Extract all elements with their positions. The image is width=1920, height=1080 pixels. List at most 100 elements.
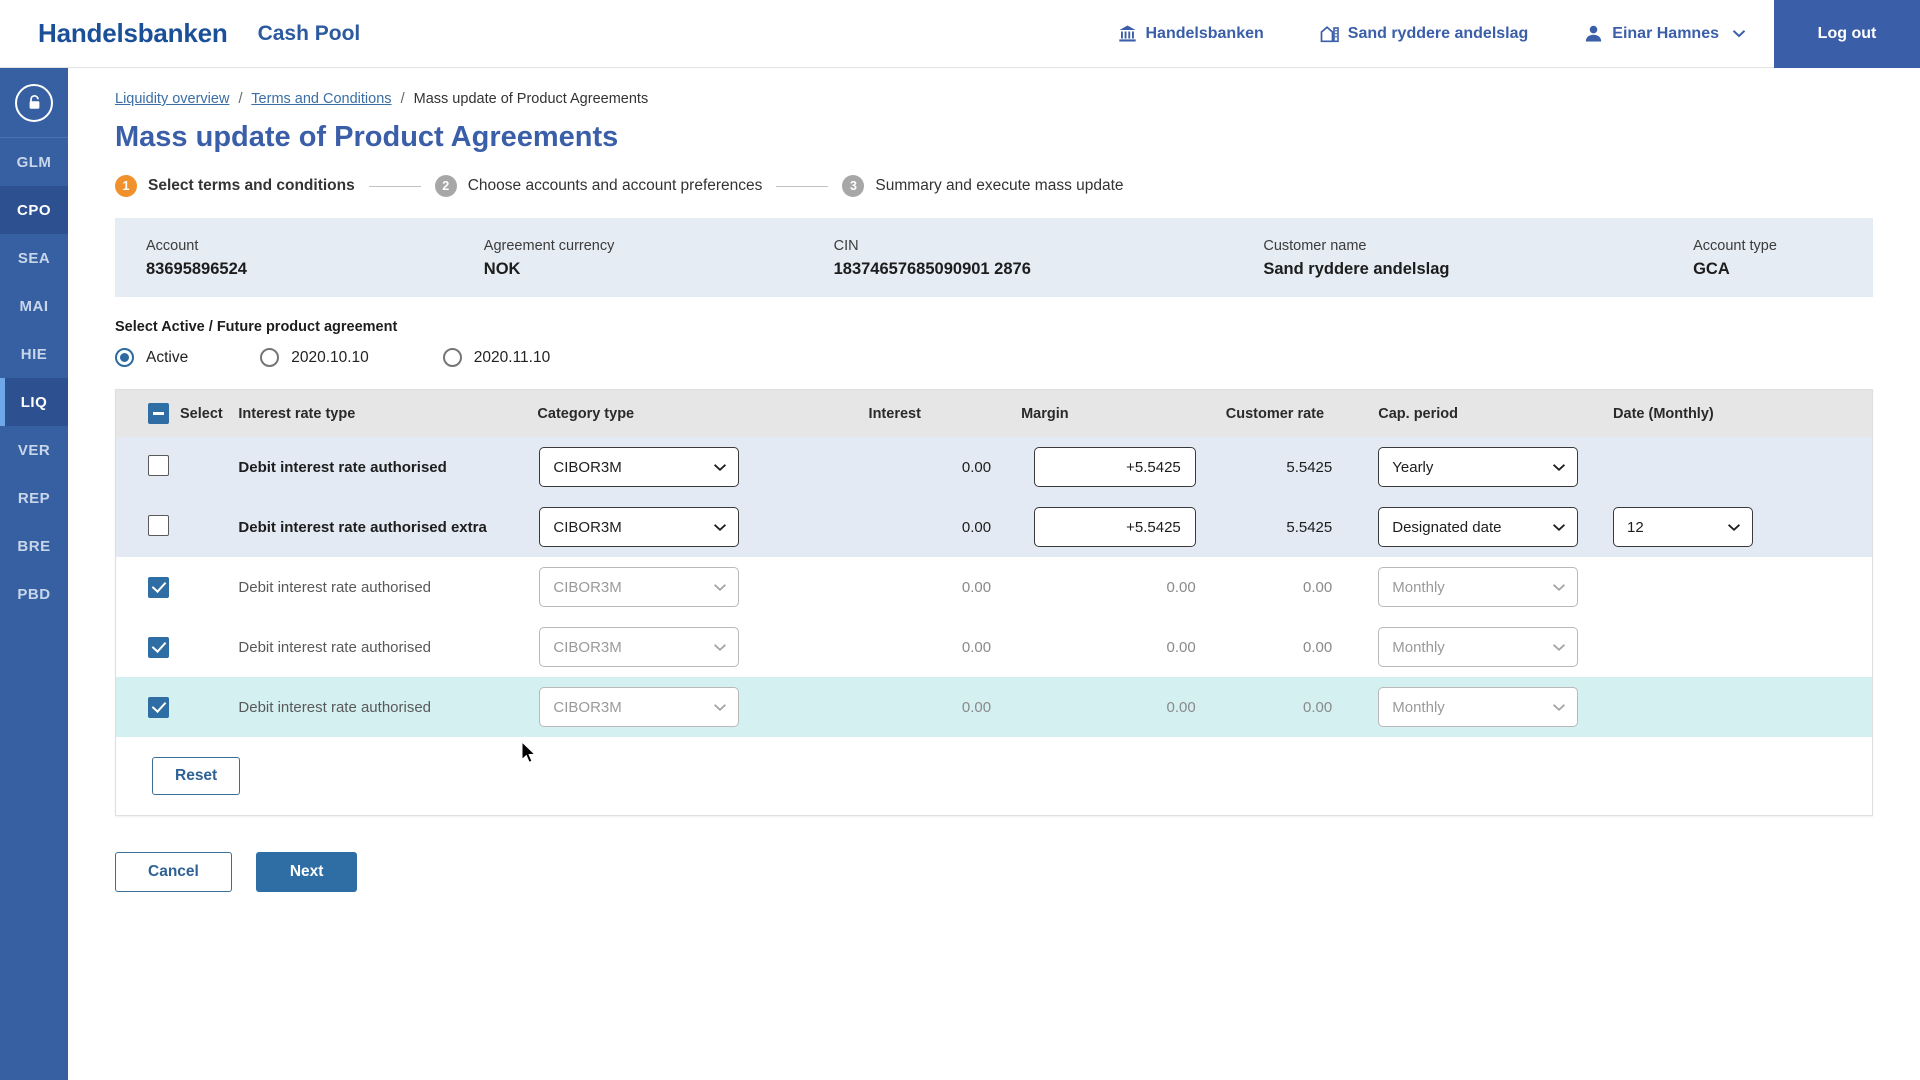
row-cap-period-cell: Monthly: [1376, 677, 1605, 737]
row-checkbox[interactable]: [148, 514, 169, 536]
sidebar-item-label: REP: [17, 489, 51, 507]
row-margin: 0.00: [1166, 578, 1196, 596]
chevron-down-icon: [1732, 29, 1746, 38]
breadcrumb-link-liquidity-overview[interactable]: Liquidity overview: [115, 91, 229, 107]
row-interest: 0.00: [961, 458, 992, 476]
sidebar-item-label: LIQ: [20, 393, 48, 411]
row-select-cell: [116, 617, 238, 677]
table-row[interactable]: Debit interest rate authorised extra CIB…: [116, 497, 1872, 557]
table-row[interactable]: Debit interest rate authorised CIBOR3M 0…: [116, 617, 1872, 677]
radio-option-2020-10-10-label: 2020.10.10: [291, 348, 369, 366]
radio-option-2020-10-10[interactable]: 2020.10.10: [260, 348, 369, 367]
cap-period-select[interactable]: Designated date: [1378, 507, 1579, 547]
row-date-monthly-cell: [1605, 677, 1872, 737]
row-checkbox[interactable]: [148, 576, 169, 598]
page-title: Mass update of Product Agreements: [115, 121, 619, 153]
cap-period-select[interactable]: Yearly: [1378, 447, 1579, 487]
info-customer-name-label: Customer name: [1263, 237, 1367, 254]
cap-period-select: Monthly: [1378, 687, 1579, 727]
chevron-down-icon: [1553, 703, 1566, 711]
reset-button[interactable]: Reset: [152, 757, 241, 795]
sidebar-item-sea[interactable]: SEA: [0, 234, 68, 282]
row-cap-period-cell: Designated date: [1376, 497, 1605, 557]
sidebar-item-ver[interactable]: VER: [0, 426, 68, 474]
sidebar-item-hie[interactable]: HIE: [0, 330, 68, 378]
app-name: Cash Pool: [257, 21, 361, 45]
sidebar-item-pbd[interactable]: PBD: [0, 570, 68, 618]
account-info-bar: Account 83695896524 Agreement currency N…: [115, 218, 1873, 297]
radio-button-icon: [260, 348, 280, 367]
header-interest-rate-type: Interest rate type: [238, 390, 538, 437]
header-cap-period: Cap. period: [1376, 390, 1606, 437]
row-customer-rate: 0.00: [1303, 638, 1333, 656]
chevron-down-icon: [714, 583, 727, 591]
row-margin-cell: [1021, 497, 1226, 557]
margin-input[interactable]: [1033, 447, 1196, 487]
category-type-value: CIBOR3M: [553, 698, 622, 716]
category-type-select[interactable]: CIBOR3M: [539, 447, 740, 487]
row-checkbox[interactable]: [148, 636, 169, 658]
row-cap-period-cell: Monthly: [1376, 617, 1605, 677]
table-row[interactable]: Debit interest rate authorised CIBOR3M 0…: [116, 557, 1872, 617]
header-date-monthly: Date (Monthly): [1605, 390, 1872, 437]
cap-period-value: Monthly: [1392, 578, 1445, 596]
user-icon: [1584, 24, 1603, 43]
sidebar-item-glm[interactable]: GLM: [0, 138, 68, 186]
info-account-value: 83695896524: [146, 259, 247, 278]
header-category-type: Category type: [537, 390, 869, 437]
category-type-select[interactable]: CIBOR3M: [539, 507, 740, 547]
radio-option-2020-11-10[interactable]: 2020.11.10: [442, 348, 551, 367]
step-3[interactable]: 3 Summary and execute mass update: [842, 175, 1124, 197]
sidebar-item-rep[interactable]: REP: [0, 474, 68, 522]
sidebar-item-label: GLM: [16, 153, 52, 171]
top-header-bar: Handelsbanken Cash Pool Handelsbanken Sa…: [0, 0, 1920, 68]
step-1[interactable]: 1 Select terms and conditions: [115, 175, 355, 197]
chevron-down-icon: [1553, 523, 1566, 531]
table-row[interactable]: Debit interest rate authorised CIBOR3M 0…: [116, 677, 1872, 737]
row-checkbox[interactable]: [148, 696, 169, 718]
sidebar-logo[interactable]: [0, 68, 68, 138]
info-cin: CIN 18374657685090901 2876: [834, 236, 1264, 280]
radio-option-active[interactable]: Active: [115, 348, 188, 367]
chevron-down-icon: [1553, 583, 1566, 591]
logout-button[interactable]: Log out: [1774, 0, 1920, 68]
margin-input[interactable]: [1033, 507, 1196, 547]
nav-item-customer[interactable]: Sand ryddere andelslag: [1292, 0, 1557, 68]
chevron-down-icon: [1553, 643, 1566, 651]
breadcrumb-link-terms-and-conditions[interactable]: Terms and Conditions: [251, 91, 391, 107]
row-interest: 0.00: [961, 698, 992, 716]
breadcrumb-separator: /: [238, 91, 243, 107]
step-connector: [368, 185, 421, 187]
sidebar-item-cpo[interactable]: CPO: [0, 186, 68, 234]
cap-period-select: Monthly: [1378, 567, 1579, 607]
row-date-monthly-cell: 12: [1605, 497, 1872, 557]
radio-option-2020-11-10-label: 2020.11.10: [473, 348, 551, 366]
row-date-monthly-cell: [1605, 557, 1872, 617]
table-header: Select Interest rate type Category type …: [116, 390, 1872, 437]
date-monthly-select[interactable]: 12: [1613, 507, 1754, 547]
row-category-type-cell: CIBOR3M: [537, 497, 868, 557]
sidebar-item-label: PBD: [17, 585, 51, 603]
info-agreement-currency-value: NOK: [483, 259, 521, 278]
step-2[interactable]: 2 Choose accounts and account preference…: [434, 175, 762, 197]
nav-item-user[interactable]: Einar Hamnes: [1556, 0, 1774, 68]
table-body: Debit interest rate authorised CIBOR3M 0…: [116, 437, 1872, 737]
cancel-button[interactable]: Cancel: [115, 852, 232, 892]
nav-item-bank[interactable]: Handelsbanken: [1090, 0, 1292, 68]
sidebar-item-bre[interactable]: BRE: [0, 522, 68, 570]
row-interest: 0.00: [961, 518, 992, 536]
header-cap-period-label: Cap. period: [1378, 405, 1459, 422]
row-checkbox[interactable]: [148, 454, 169, 476]
sidebar-item-mai[interactable]: MAI: [0, 282, 68, 330]
row-category-type-cell: CIBOR3M: [537, 557, 868, 617]
sidebar-item-liq[interactable]: LIQ: [0, 378, 68, 426]
select-all-checkbox[interactable]: [148, 403, 169, 424]
step-3-label: Summary and execute mass update: [875, 177, 1124, 194]
next-button[interactable]: Next: [255, 852, 358, 892]
step-1-number: 1: [115, 175, 137, 197]
date-monthly-value: 12: [1627, 518, 1644, 536]
table-row[interactable]: Debit interest rate authorised CIBOR3M 0…: [116, 437, 1872, 497]
radio-button-icon: [442, 348, 462, 367]
row-date-monthly-cell: [1605, 617, 1872, 677]
cap-period-select: Monthly: [1378, 627, 1579, 667]
